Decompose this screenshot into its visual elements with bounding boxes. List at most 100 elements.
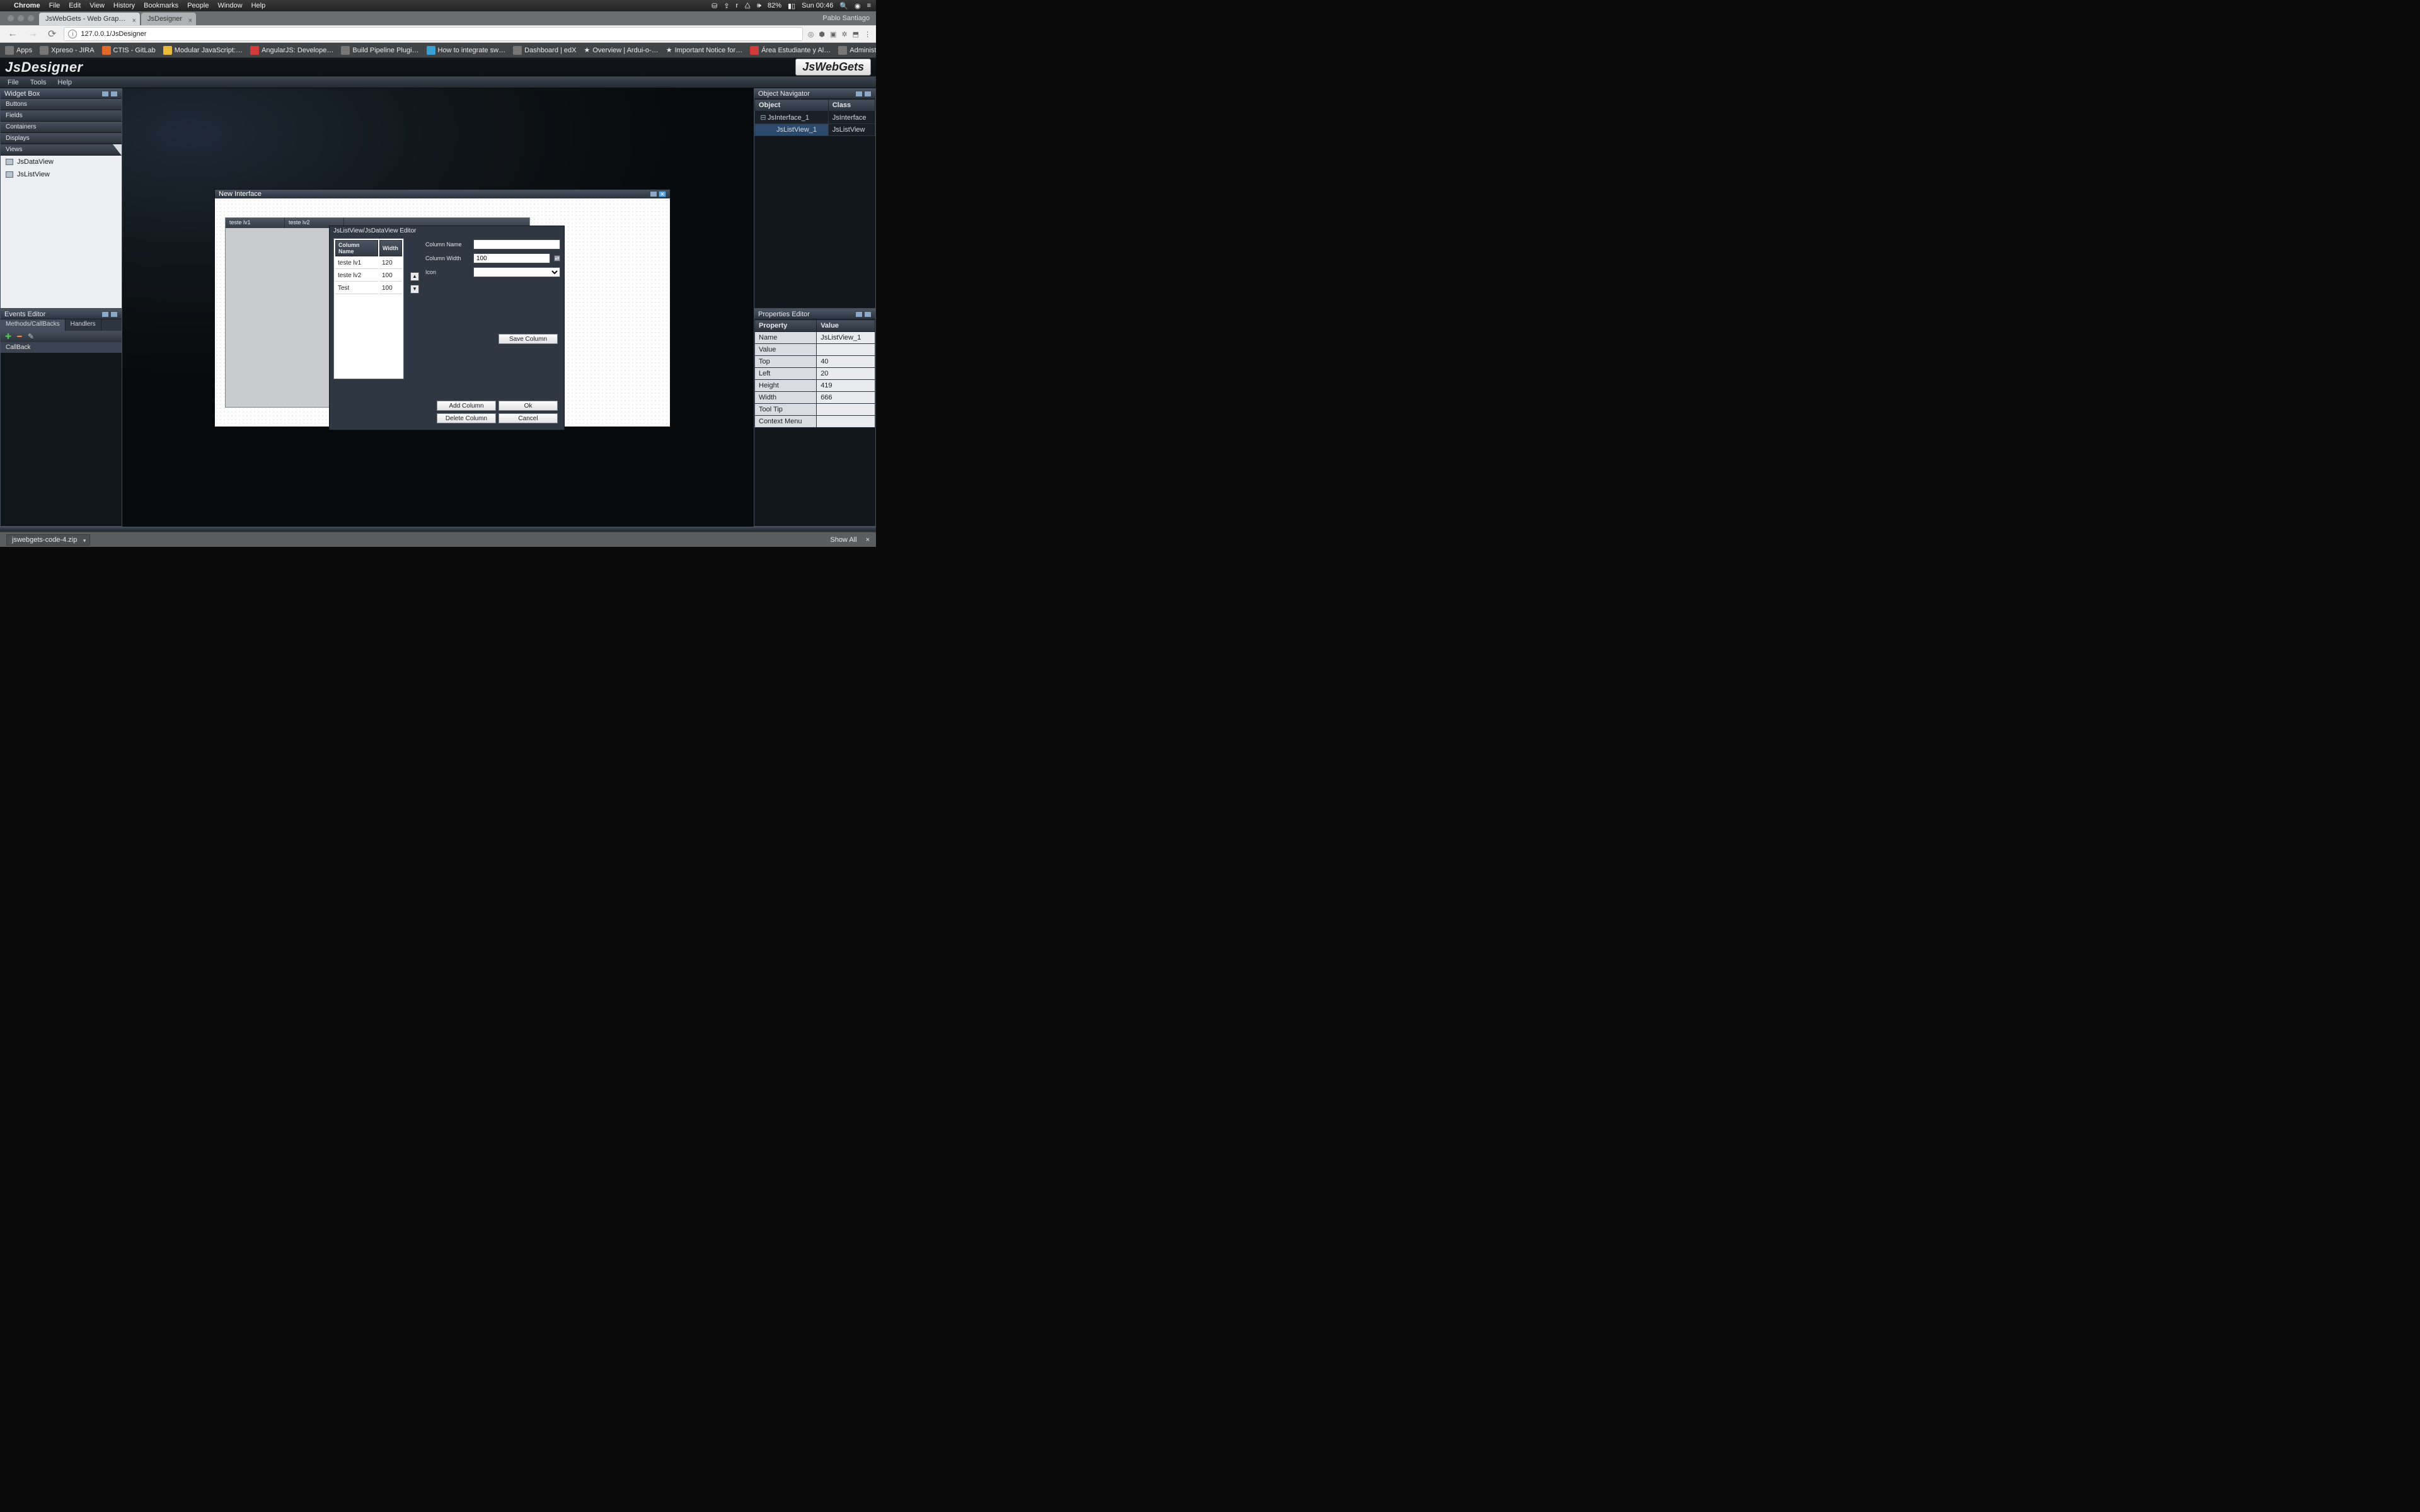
site-info-icon[interactable]: i	[68, 30, 77, 38]
tree-row[interactable]: ⊟JsInterface_1JsInterface	[755, 112, 875, 124]
extension-icon[interactable]: ▣	[830, 30, 836, 38]
clock[interactable]: Sun 00:46	[802, 2, 833, 9]
remove-icon[interactable]: ━	[16, 333, 23, 340]
close-icon[interactable]: ×	[132, 14, 136, 25]
window-zoom-icon[interactable]	[28, 15, 34, 21]
cancel-button[interactable]: Cancel	[498, 413, 558, 423]
extension-icon[interactable]: ✲	[841, 30, 847, 38]
battery-icon[interactable]: ▮▯	[788, 2, 795, 10]
move-down-button[interactable]: ▼	[410, 285, 419, 294]
panel-maximize-icon[interactable]	[110, 311, 118, 318]
ok-button[interactable]: Ok	[498, 401, 558, 411]
spotlight-icon[interactable]: 🔍	[839, 2, 848, 10]
property-row[interactable]: Left20	[755, 368, 875, 380]
tab-handlers[interactable]: Handlers	[66, 319, 101, 331]
extension-icon[interactable]: ⬒	[853, 30, 859, 38]
back-button[interactable]: ←	[5, 28, 20, 40]
menu-window[interactable]: Window	[217, 2, 242, 9]
menu-view[interactable]: View	[89, 2, 105, 9]
menu-bookmarks[interactable]: Bookmarks	[144, 2, 178, 9]
column-width-input[interactable]	[473, 253, 550, 263]
section-views[interactable]: Views	[1, 144, 122, 156]
col-header-width[interactable]: Width	[379, 240, 402, 256]
col-object[interactable]: Object	[755, 100, 829, 112]
bookmark-item[interactable]: ★Important Notice for…	[666, 46, 742, 54]
property-row[interactable]: Top40	[755, 356, 875, 368]
tray-icon[interactable]: r	[736, 2, 739, 9]
panel-minimize-icon[interactable]	[855, 311, 863, 318]
icon-select[interactable]	[473, 267, 560, 277]
move-up-button[interactable]: ▲	[410, 272, 419, 281]
tree-row[interactable]: JsListView_1JsListView	[755, 124, 875, 136]
listview-column-header[interactable]: teste lv1	[226, 218, 285, 228]
tab-methods-callbacks[interactable]: Methods/CallBacks	[1, 319, 66, 331]
browser-tab[interactable]: JsDesigner ×	[141, 13, 196, 25]
window-close-icon[interactable]	[8, 15, 14, 21]
property-row[interactable]: Context Menu	[755, 416, 875, 428]
panel-maximize-icon[interactable]	[864, 91, 872, 97]
profile-name[interactable]: Pablo Santiago	[822, 14, 870, 22]
bookmark-item[interactable]: Administration - OF…	[838, 46, 876, 55]
bookmark-item[interactable]: Build Pipeline Plugi…	[341, 46, 418, 55]
property-row[interactable]: NameJsListView_1	[755, 332, 875, 344]
property-row[interactable]: Value	[755, 344, 875, 356]
close-icon[interactable]: ×	[188, 14, 192, 25]
siri-icon[interactable]: ◉	[855, 2, 861, 10]
browser-tab[interactable]: JsWebGets - Web Graphical U ×	[39, 13, 140, 25]
address-bar[interactable]: i 127.0.0.1/JsDesigner	[64, 27, 802, 41]
bookmark-item[interactable]: Área Estudiante y Al…	[750, 46, 831, 55]
collapse-icon[interactable]: ⊟	[759, 113, 768, 122]
widget-jsdataview[interactable]: JsDataView	[1, 156, 122, 168]
property-row[interactable]: Height419	[755, 380, 875, 392]
tray-icon[interactable]: ⇪	[723, 2, 729, 10]
app-menu-help[interactable]: Help	[57, 79, 72, 86]
wifi-icon[interactable]: ⧋	[744, 2, 751, 10]
menu-history[interactable]: History	[113, 2, 135, 9]
close-icon[interactable]: ×	[866, 536, 870, 544]
bookmark-apps[interactable]: Apps	[5, 46, 32, 55]
col-class[interactable]: Class	[828, 100, 875, 112]
reload-button[interactable]: ⟳	[45, 28, 59, 40]
bookmark-item[interactable]: Dashboard | edX	[513, 46, 576, 55]
col-property[interactable]: Property	[755, 320, 817, 332]
download-chip[interactable]: jswebgets-code-4.zip ▾	[6, 534, 90, 546]
bookmark-item[interactable]: CTIS - GitLab	[102, 46, 156, 55]
edit-icon[interactable]: ✎	[27, 333, 35, 340]
panel-maximize-icon[interactable]	[864, 311, 872, 318]
extension-icon[interactable]: ⬢	[819, 30, 825, 38]
panel-minimize-icon[interactable]	[101, 311, 109, 318]
menu-edit[interactable]: Edit	[69, 2, 81, 9]
table-row[interactable]: teste lv2100	[335, 270, 402, 282]
table-row[interactable]: Test100	[335, 283, 402, 294]
widget-jslistview[interactable]: JsListView	[1, 168, 122, 181]
add-icon[interactable]: ✚	[4, 333, 12, 340]
notifications-icon[interactable]: ≡	[867, 2, 871, 9]
delete-column-button[interactable]: Delete Column	[437, 413, 496, 423]
table-row[interactable]: teste lv1120	[335, 258, 402, 269]
menu-help[interactable]: Help	[251, 2, 266, 9]
property-row[interactable]: Tool Tip	[755, 404, 875, 416]
col-value[interactable]: Value	[817, 320, 875, 332]
show-all-downloads[interactable]: Show All	[830, 536, 856, 544]
section-fields[interactable]: Fields	[1, 110, 122, 122]
panel-minimize-icon[interactable]	[855, 91, 863, 97]
section-buttons[interactable]: Buttons	[1, 99, 122, 110]
panel-minimize-icon[interactable]	[101, 91, 109, 97]
app-menu-file[interactable]: File	[8, 79, 19, 86]
app-menu-tools[interactable]: Tools	[30, 79, 47, 86]
width-spinner[interactable]: ▴▾	[554, 255, 560, 261]
tray-icon[interactable]: ⛁	[712, 2, 717, 10]
window-minimize-icon[interactable]	[18, 15, 24, 21]
chevron-down-icon[interactable]: ▾	[83, 537, 86, 544]
bookmark-item[interactable]: How to integrate sw…	[427, 46, 506, 55]
chrome-menu-icon[interactable]: ⋮	[864, 30, 871, 38]
property-row[interactable]: Width666	[755, 392, 875, 404]
menu-file[interactable]: File	[49, 2, 60, 9]
panel-maximize-icon[interactable]	[110, 91, 118, 97]
col-header-name[interactable]: Column Name	[335, 240, 378, 256]
volume-icon[interactable]: 🕪	[757, 2, 761, 10]
forward-button[interactable]: →	[25, 28, 40, 40]
section-displays[interactable]: Displays	[1, 133, 122, 144]
bookmark-item[interactable]: ★Overview | Ardui-o-…	[584, 46, 659, 54]
bookmark-item[interactable]: Xpreso - JIRA	[40, 46, 94, 55]
